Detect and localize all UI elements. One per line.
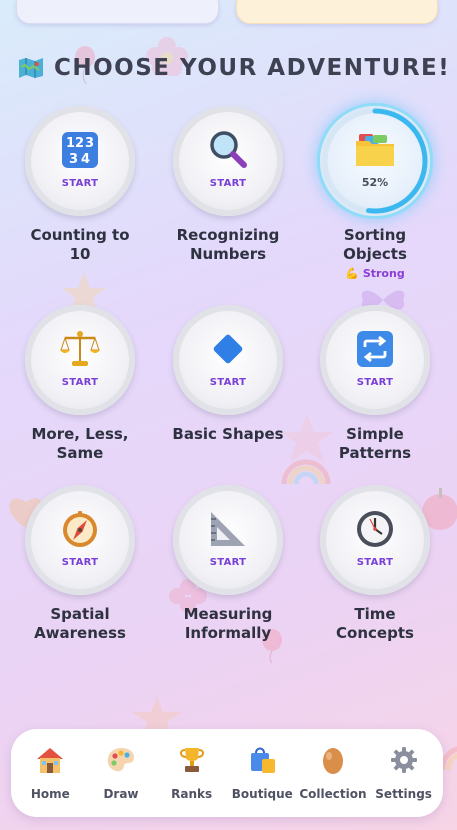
nav-label: Draw: [103, 787, 139, 801]
strength-badge: 💪 Strong: [345, 267, 405, 280]
nav-settings[interactable]: Settings: [369, 745, 439, 801]
svg-text:1: 1: [66, 136, 75, 151]
repeat-icon: [355, 329, 395, 369]
nav-label: Boutique: [231, 787, 293, 801]
progress-ring: [322, 108, 428, 214]
tile-title: More, Less, Same: [31, 425, 129, 462]
section-title: CHOOSE YOUR ADVENTURE!: [54, 55, 451, 81]
svg-text:2: 2: [75, 136, 84, 151]
bottom-nav: Home Draw Ranks Boutique Collection Sett…: [11, 729, 443, 817]
nav-draw[interactable]: Draw: [86, 745, 156, 801]
tile-button[interactable]: START: [320, 485, 430, 595]
nav-label: Home: [30, 787, 70, 801]
top-card-right[interactable]: [236, 0, 438, 24]
trophy-icon: [177, 745, 207, 775]
clock-icon: [355, 509, 395, 549]
tile-button[interactable]: START: [25, 305, 135, 415]
tile-title: Sorting Objects: [343, 226, 407, 263]
nav-label: Settings: [375, 787, 432, 801]
tile-button[interactable]: START: [320, 305, 430, 415]
tile-title: Simple Patterns: [338, 425, 412, 462]
tile-button[interactable]: START: [25, 485, 135, 595]
nav-label: Collection: [299, 787, 367, 801]
tile-title: Recognizing Numbers: [176, 226, 280, 263]
tile-title: Counting to 10: [30, 226, 130, 263]
nav-home[interactable]: Home: [15, 745, 85, 801]
tile-title: Time Concepts: [336, 605, 414, 642]
svg-text:3: 3: [69, 152, 78, 167]
house-icon: [35, 745, 65, 775]
tile-button[interactable]: START: [173, 485, 283, 595]
start-label: START: [209, 177, 247, 189]
ruler-icon: [208, 509, 248, 549]
magnifier-icon: [208, 130, 248, 170]
tile-button[interactable]: 52%: [320, 106, 430, 216]
tile-title: Measuring Informally: [183, 605, 273, 642]
start-label: START: [61, 556, 99, 568]
map-icon: [18, 57, 44, 79]
gear-icon: [389, 745, 419, 775]
nav-ranks[interactable]: Ranks: [157, 745, 227, 801]
palette-icon: [106, 745, 136, 775]
compass-icon: [60, 509, 100, 549]
top-card-left[interactable]: [16, 0, 219, 24]
start-label: START: [209, 556, 247, 568]
start-label: START: [356, 376, 394, 388]
svg-text:4: 4: [81, 152, 90, 167]
start-label: START: [209, 376, 247, 388]
tile-button[interactable]: 123 34 START: [25, 106, 135, 216]
numbers-icon: 123 34: [60, 130, 100, 170]
tile-title: Spatial Awareness: [34, 605, 126, 642]
nav-collection[interactable]: Collection: [298, 745, 368, 801]
shopping-bags-icon: [247, 745, 277, 775]
svg-text:3: 3: [85, 136, 94, 151]
tile-button[interactable]: START: [173, 106, 283, 216]
start-label: START: [356, 556, 394, 568]
scales-icon: [60, 329, 100, 369]
diamond-icon: [208, 329, 248, 369]
egg-icon: [318, 745, 348, 775]
nav-boutique[interactable]: Boutique: [227, 745, 297, 801]
tile-button[interactable]: START: [173, 305, 283, 415]
section-header: CHOOSE YOUR ADVENTURE!: [18, 54, 449, 82]
tile-title: Basic Shapes: [172, 425, 284, 443]
nav-label: Ranks: [171, 787, 213, 801]
start-label: START: [61, 177, 99, 189]
start-label: START: [61, 376, 99, 388]
